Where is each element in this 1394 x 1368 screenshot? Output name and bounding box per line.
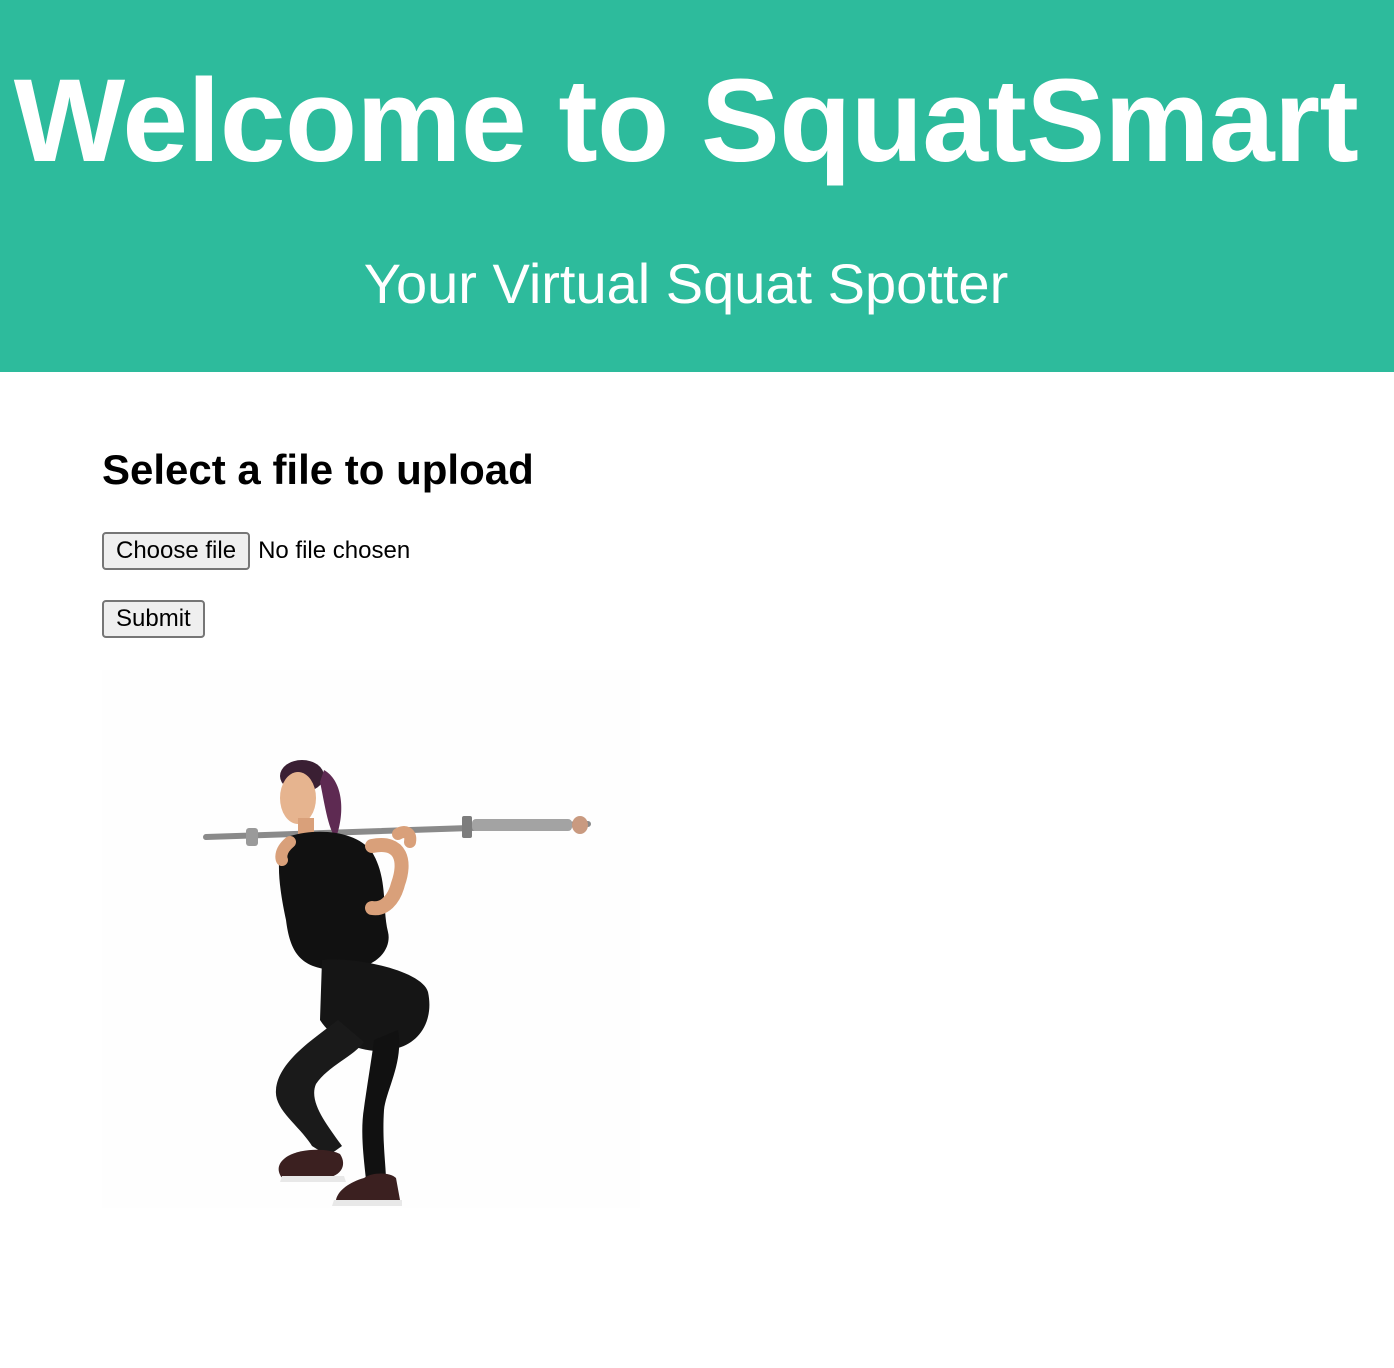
file-input[interactable]: Choose file No file chosen xyxy=(102,532,410,570)
woman-barbell-squat-illustration xyxy=(203,760,591,1206)
choose-file-button[interactable]: Choose file xyxy=(102,532,251,570)
submit-row: Submit xyxy=(102,600,205,638)
squat-illustration xyxy=(102,670,640,1208)
upload-heading: Select a file to upload xyxy=(102,446,534,493)
header-banner: Welcome to SquatSmart Your Virtual Squat… xyxy=(0,0,1394,372)
submit-button[interactable]: Submit xyxy=(102,600,205,638)
file-status-text: No file chosen xyxy=(258,537,411,564)
page-title: Welcome to SquatSmart xyxy=(13,55,1359,187)
page-subtitle: Your Virtual Squat Spotter xyxy=(363,252,1009,315)
upload-form: Select a file to upload Choose file No f… xyxy=(102,440,534,638)
